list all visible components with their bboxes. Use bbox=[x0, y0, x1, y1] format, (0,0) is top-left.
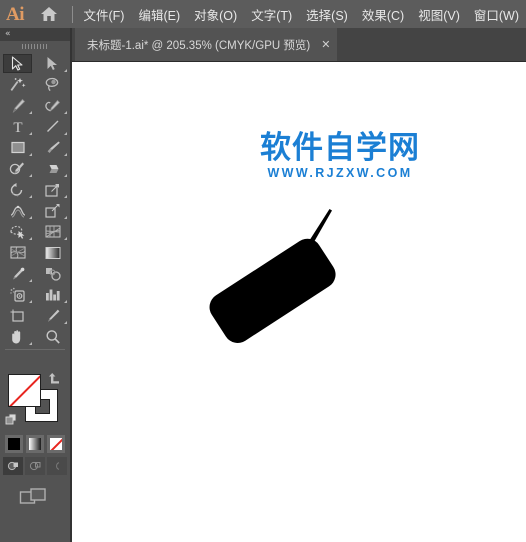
home-icon[interactable] bbox=[37, 6, 62, 22]
menu-bar: Ai 文件(F) 编辑(E) 对象(O) 文字(T) 选择(S) 效果(C) 视… bbox=[0, 0, 526, 28]
document-tab-label: 未标题-1.ai* @ 205.35% (CMYK/GPU 预览) bbox=[87, 39, 311, 52]
color-mode-none[interactable] bbox=[47, 435, 65, 453]
tool-flyout-corner-icon bbox=[29, 237, 32, 240]
artboard-tool[interactable] bbox=[0, 305, 35, 326]
tool-flyout-corner-icon bbox=[64, 111, 67, 114]
pen-tool[interactable] bbox=[0, 95, 35, 116]
default-fill-stroke-icon[interactable] bbox=[5, 413, 18, 431]
menu-edit[interactable]: 编辑(E) bbox=[131, 2, 187, 27]
drawing-mode-behind[interactable] bbox=[25, 457, 45, 475]
mesh-tool[interactable] bbox=[0, 242, 35, 263]
fill-stroke-controls bbox=[0, 371, 70, 433]
shaper-tool[interactable] bbox=[0, 158, 35, 179]
tools-panel-header: « bbox=[0, 28, 70, 41]
eyedropper-tool[interactable] bbox=[0, 263, 35, 284]
svg-text:T: T bbox=[13, 120, 22, 134]
slice-tool[interactable] bbox=[35, 305, 70, 326]
tools-panel: « T bbox=[0, 28, 72, 542]
watermark: 软件自学网 WWW.RJZXW.COM bbox=[260, 132, 420, 180]
tool-flyout-corner-icon bbox=[64, 174, 67, 177]
scale-tool[interactable] bbox=[35, 179, 70, 200]
lasso-tool[interactable] bbox=[35, 74, 70, 95]
tool-flyout-corner-icon bbox=[29, 216, 32, 219]
tool-flyout-corner-icon bbox=[64, 132, 67, 135]
document-tab-bar: 未标题-1.ai* @ 205.35% (CMYK/GPU 预览) ✕ bbox=[72, 28, 526, 62]
tool-flyout-corner-icon bbox=[29, 279, 32, 282]
no-fill-slash-icon bbox=[9, 375, 40, 406]
color-mode-row bbox=[0, 435, 70, 453]
zoom-tool[interactable] bbox=[35, 326, 70, 347]
drawing-mode-row bbox=[0, 457, 70, 475]
tool-flyout-corner-icon bbox=[64, 300, 67, 303]
tool-flyout-corner-icon bbox=[29, 300, 32, 303]
tool-flyout-corner-icon bbox=[29, 342, 32, 345]
width-tool[interactable] bbox=[0, 200, 35, 221]
change-screen-mode-icon[interactable] bbox=[0, 487, 70, 509]
ai-logo: Ai bbox=[6, 3, 24, 25]
tool-divider bbox=[0, 347, 70, 352]
tools-panel-grip[interactable] bbox=[0, 41, 70, 52]
tool-flyout-corner-icon bbox=[64, 321, 67, 324]
tool-flyout-corner-icon bbox=[64, 195, 67, 198]
symbol-sprayer-tool[interactable] bbox=[0, 284, 35, 305]
tool-flyout-corner-icon bbox=[64, 69, 67, 72]
color-mode-solid[interactable] bbox=[5, 435, 23, 453]
selection-tool[interactable] bbox=[3, 54, 32, 73]
shape-builder-tool[interactable] bbox=[0, 221, 35, 242]
tool-flyout-corner-icon bbox=[29, 153, 32, 156]
tool-flyout-corner-icon bbox=[64, 216, 67, 219]
menu-effect[interactable]: 效果(C) bbox=[355, 2, 411, 27]
menu-window[interactable]: 窗口(W) bbox=[467, 2, 526, 27]
drawing-mode-normal[interactable] bbox=[3, 457, 23, 475]
magic-wand-tool[interactable] bbox=[0, 74, 35, 95]
swap-fill-stroke-icon[interactable] bbox=[48, 372, 62, 390]
menu-object[interactable]: 对象(O) bbox=[187, 2, 244, 27]
blend-tool[interactable] bbox=[35, 263, 70, 284]
collapse-panel-icon[interactable]: « bbox=[5, 30, 10, 39]
document-tab[interactable]: 未标题-1.ai* @ 205.35% (CMYK/GPU 预览) ✕ bbox=[75, 28, 338, 61]
artwork-shape[interactable] bbox=[194, 202, 354, 372]
tool-flyout-corner-icon bbox=[64, 237, 67, 240]
tool-flyout-corner-icon bbox=[29, 111, 32, 114]
none-slash-icon bbox=[50, 438, 62, 450]
direct-selection-tool[interactable] bbox=[35, 53, 70, 74]
perspective-grid-tool[interactable] bbox=[35, 221, 70, 242]
column-graph-tool[interactable] bbox=[35, 284, 70, 305]
free-transform-tool[interactable] bbox=[35, 200, 70, 221]
eraser-tool[interactable] bbox=[35, 158, 70, 179]
curvature-tool[interactable] bbox=[35, 95, 70, 116]
tool-flyout-corner-icon bbox=[29, 174, 32, 177]
rectangle-tool[interactable] bbox=[0, 137, 35, 158]
menu-type[interactable]: 文字(T) bbox=[244, 2, 299, 27]
grip-dots-icon bbox=[22, 44, 48, 49]
drawing-mode-inside[interactable] bbox=[47, 457, 67, 475]
tool-flyout-corner-icon bbox=[29, 132, 32, 135]
menu-file[interactable]: 文件(F) bbox=[77, 2, 132, 27]
close-icon[interactable]: ✕ bbox=[321, 39, 330, 50]
artboard-canvas[interactable]: 软件自学网 WWW.RJZXW.COM bbox=[74, 62, 526, 542]
type-tool[interactable]: T bbox=[0, 116, 35, 137]
menu-select[interactable]: 选择(S) bbox=[299, 2, 355, 27]
tool-grid: T bbox=[0, 53, 70, 368]
menu-separator bbox=[71, 5, 73, 23]
fill-swatch[interactable] bbox=[8, 374, 41, 407]
tool-flyout-corner-icon bbox=[64, 153, 67, 156]
hand-tool[interactable] bbox=[0, 326, 35, 347]
color-mode-gradient[interactable] bbox=[26, 435, 44, 453]
menu-view[interactable]: 视图(V) bbox=[411, 2, 467, 27]
rotate-tool[interactable] bbox=[0, 179, 35, 200]
watermark-url-text: WWW.RJZXW.COM bbox=[267, 165, 413, 180]
watermark-chinese-text: 软件自学网 bbox=[260, 130, 420, 166]
line-segment-tool[interactable] bbox=[35, 116, 70, 137]
paintbrush-tool[interactable] bbox=[35, 137, 70, 158]
tool-flyout-corner-icon bbox=[29, 195, 32, 198]
illustrator-window: Ai 文件(F) 编辑(E) 对象(O) 文字(T) 选择(S) 效果(C) 视… bbox=[0, 0, 526, 542]
gradient-tool[interactable] bbox=[35, 242, 70, 263]
